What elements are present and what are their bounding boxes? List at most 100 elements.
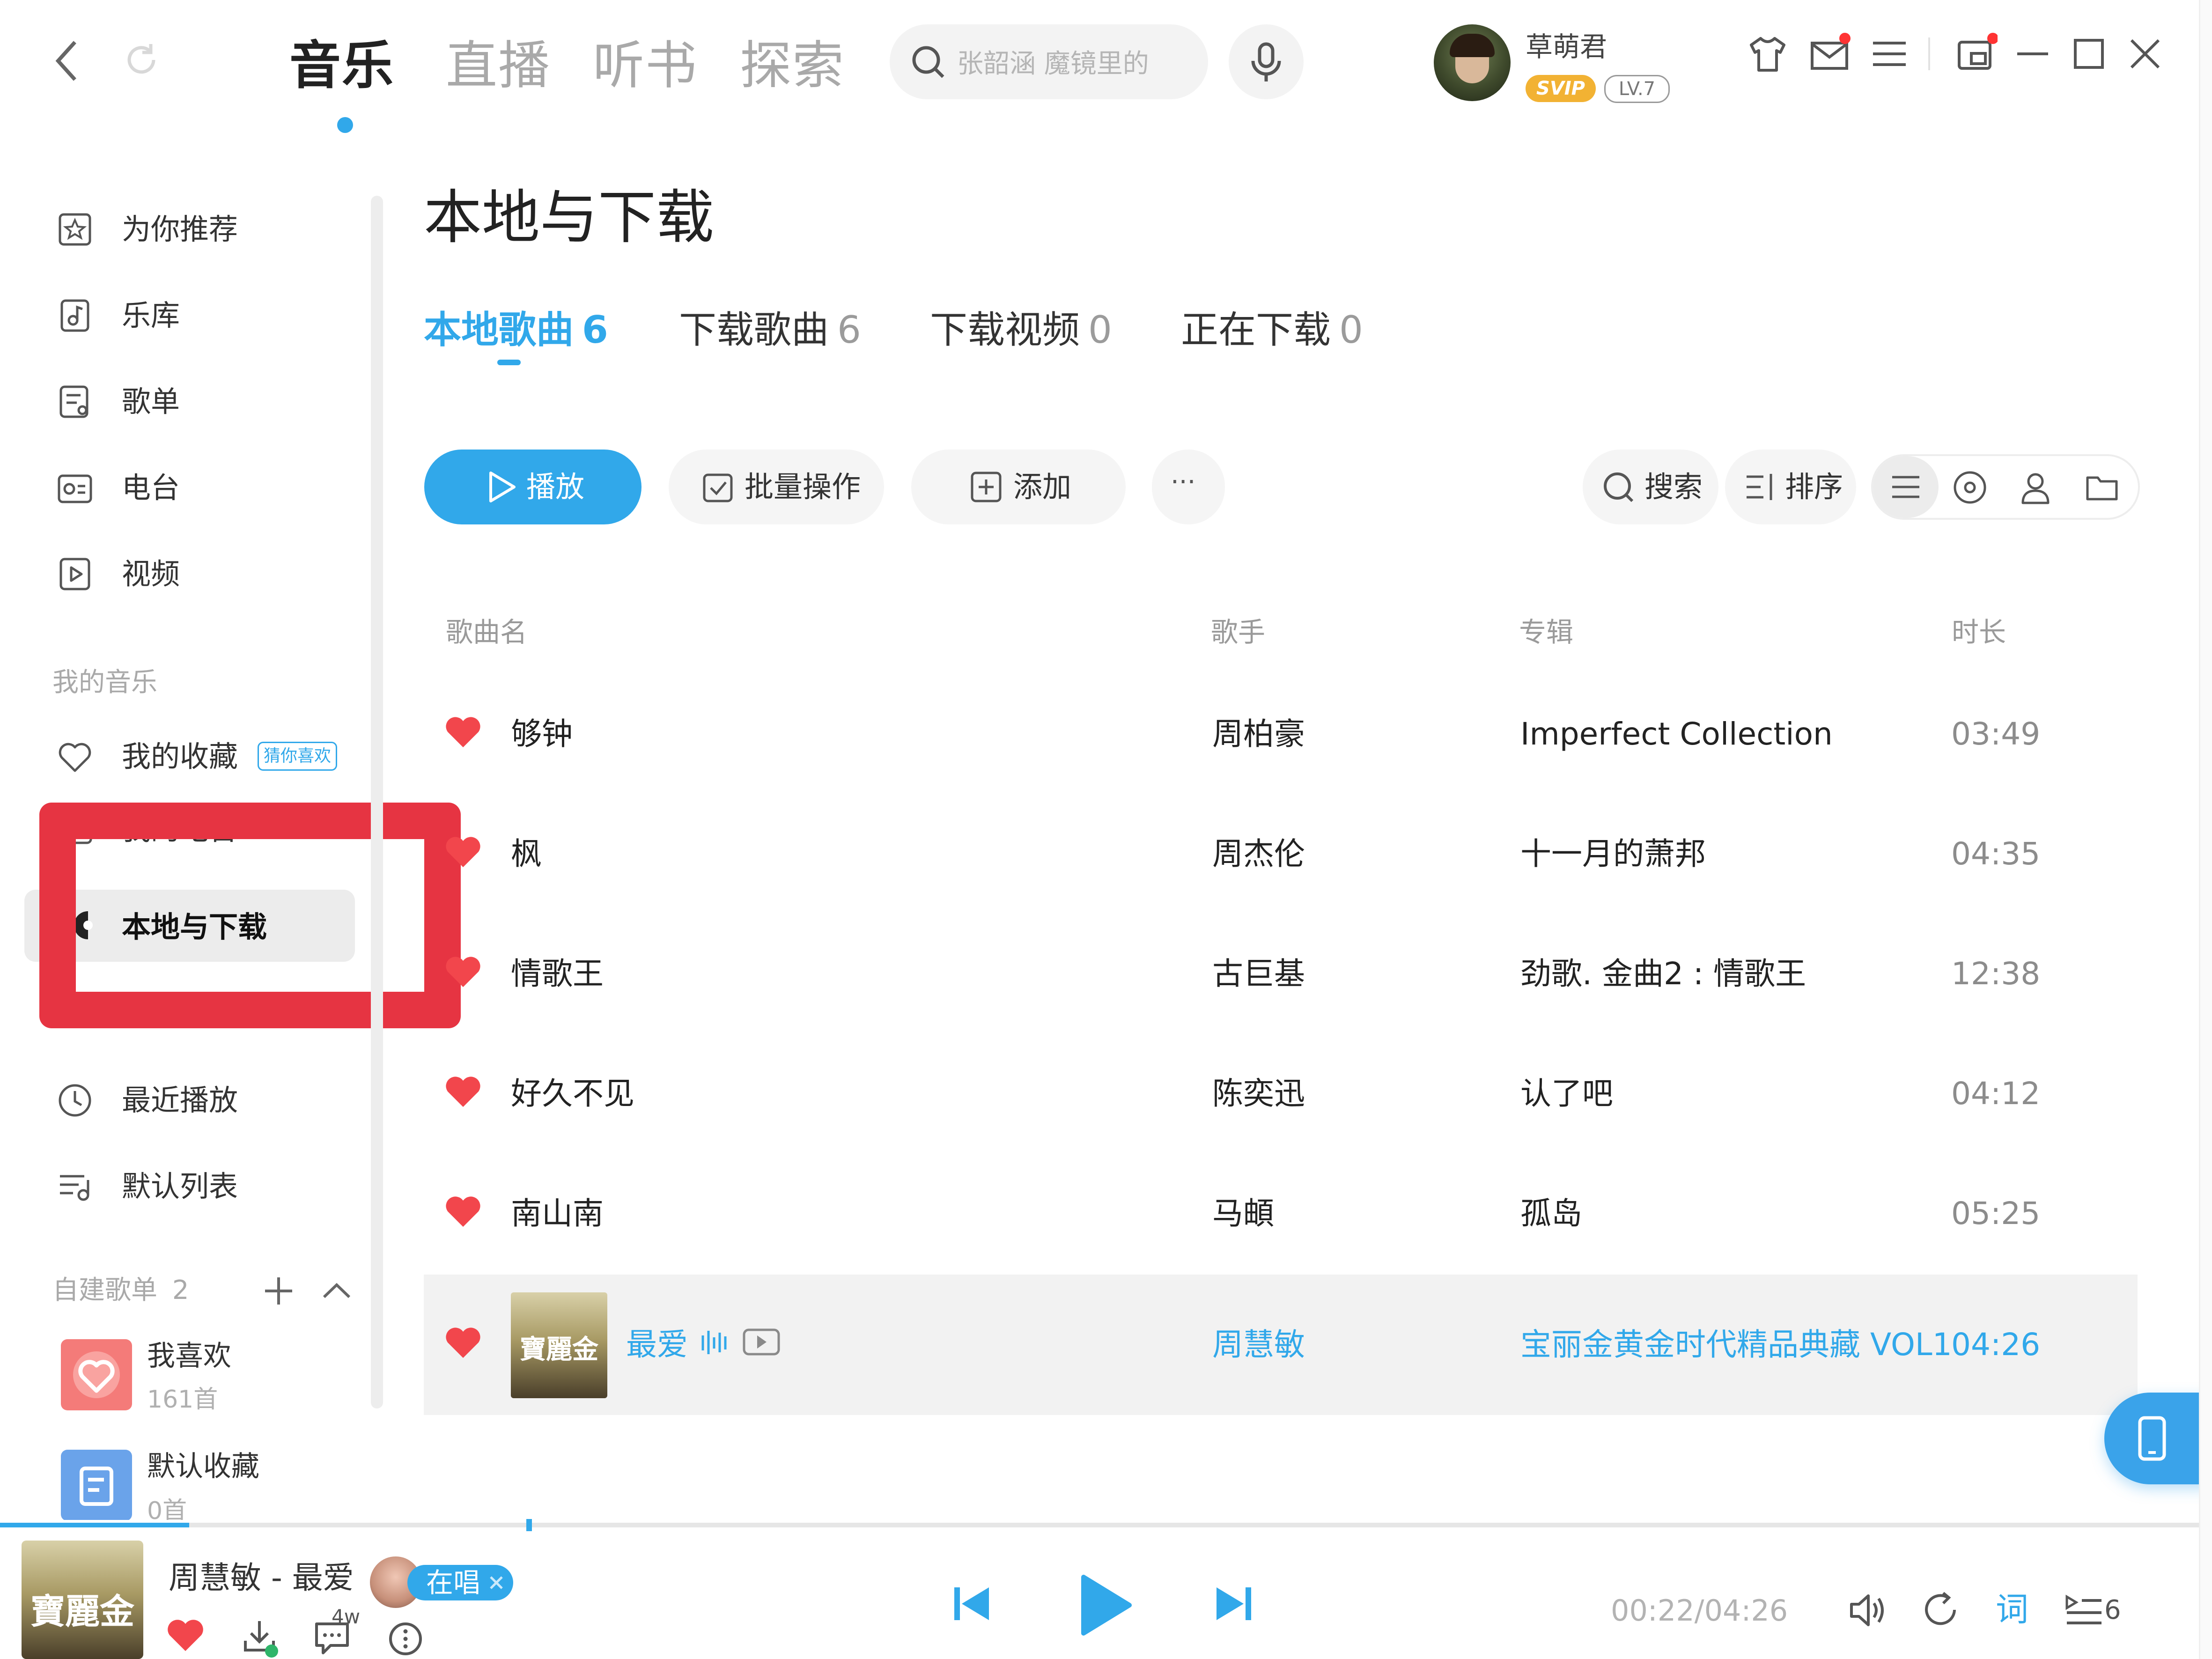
song-album[interactable]: 十一月的萧邦	[1520, 833, 1706, 875]
table-row[interactable]: 够钟 周柏豪 Imperfect Collection 03:49	[424, 674, 2138, 794]
singing-badge[interactable]: 在唱	[370, 1556, 518, 1608]
liked-heart-icon[interactable]	[445, 836, 481, 869]
list-view-button[interactable]	[1873, 456, 1939, 518]
close-icon[interactable]	[2124, 33, 2166, 75]
song-album[interactable]: 孤岛	[1520, 1193, 1582, 1234]
column-header-artist[interactable]: 歌手	[1211, 613, 1265, 651]
sidebar-scrollbar[interactable]	[371, 196, 383, 1408]
song-album[interactable]: Imperfect Collection	[1520, 714, 1833, 755]
back-icon[interactable]	[52, 37, 84, 84]
tab-local-songs[interactable]: 本地歌曲 6	[424, 304, 608, 356]
song-artist[interactable]: 马頔	[1212, 1193, 1274, 1234]
song-artist[interactable]: 周柏豪	[1212, 714, 1305, 755]
table-row-playing[interactable]: 寶麗金 最爱 周慧敏 宝丽金黄金时代精品典藏 VOL1 04:26	[424, 1275, 2138, 1415]
nav-tab-audiobook[interactable]: 听书	[593, 33, 698, 98]
song-album[interactable]: 劲歌. 金曲2 : 情歌王	[1520, 953, 1806, 995]
add-playlist-icon[interactable]	[262, 1275, 295, 1307]
next-track-icon[interactable]	[1213, 1583, 1255, 1625]
song-artist[interactable]: 陈奕迅	[1212, 1073, 1305, 1114]
progress-marker[interactable]	[526, 1519, 532, 1531]
song-artist[interactable]: 周杰伦	[1212, 833, 1305, 875]
repeat-icon[interactable]	[1920, 1589, 1962, 1631]
now-playing-title[interactable]: 周慧敏 - 最爱	[169, 1559, 354, 1597]
minimize-icon[interactable]	[2012, 33, 2054, 75]
sidebar-item-playlists[interactable]: 歌单	[56, 369, 375, 435]
play-pause-icon[interactable]	[1077, 1572, 1133, 1638]
song-name[interactable]: 枫	[511, 833, 542, 875]
sort-button[interactable]: 排序	[1725, 450, 1856, 524]
column-header-duration[interactable]: 时长	[1952, 613, 2006, 651]
column-header-album[interactable]: 专辑	[1519, 613, 1573, 651]
download-song-icon[interactable]	[241, 1617, 281, 1658]
previous-track-icon[interactable]	[951, 1583, 993, 1625]
batch-operation-button[interactable]: 批量操作	[669, 450, 884, 524]
song-name[interactable]: 够钟	[511, 714, 573, 755]
tab-downloaded-videos[interactable]: 下载视频 0	[930, 304, 1112, 356]
artist-view-icon[interactable]	[2018, 470, 2053, 505]
playlist-item-liked[interactable]: 我喜欢 161首	[61, 1335, 361, 1419]
sidebar-item-video[interactable]: 视频	[56, 541, 375, 607]
liked-heart-icon[interactable]	[445, 1076, 481, 1109]
song-name[interactable]: 好久不见	[511, 1073, 634, 1114]
search-button[interactable]: 搜索	[1583, 450, 1718, 524]
liked-heart-icon[interactable]	[445, 956, 481, 989]
queue-icon[interactable]	[2063, 1589, 2105, 1631]
song-name[interactable]: 情歌王	[511, 953, 604, 995]
song-artist[interactable]: 周慧敏	[1212, 1324, 1305, 1365]
sidebar-item-radio[interactable]: 电台	[56, 455, 375, 521]
search-box[interactable]: 张韶涵 魔镜里的	[890, 24, 1208, 99]
maximize-icon[interactable]	[2068, 33, 2110, 75]
album-view-icon[interactable]	[1953, 470, 1987, 505]
nav-tab-music[interactable]: 音乐	[289, 33, 394, 98]
tab-downloading[interactable]: 正在下载 0	[1181, 304, 1363, 356]
lyrics-button[interactable]: 词	[1996, 1588, 2028, 1630]
mini-mode-icon[interactable]	[1955, 33, 1998, 75]
created-playlists-title: 自建歌单	[52, 1275, 157, 1305]
table-row[interactable]: 枫 周杰伦 十一月的萧邦 04:35	[424, 794, 2138, 914]
nav-tab-explore[interactable]: 探索	[740, 33, 845, 98]
volume-icon[interactable]	[1847, 1589, 1889, 1631]
liked-heart-icon[interactable]	[445, 1196, 481, 1229]
voice-search-button[interactable]	[1229, 24, 1304, 99]
table-row[interactable]: 情歌王 古巨基 劲歌. 金曲2 : 情歌王 12:38	[424, 914, 2138, 1034]
song-artist[interactable]: 古巨基	[1212, 953, 1305, 995]
song-album[interactable]: 宝丽金黄金时代精品典藏 VOL1	[1520, 1324, 1952, 1365]
sidebar-item-default-list[interactable]: 默认列表	[56, 1154, 375, 1219]
song-name[interactable]: 南山南	[511, 1193, 604, 1234]
queue-count: 6	[2104, 1595, 2121, 1625]
play-all-button[interactable]: 播放	[424, 450, 641, 524]
column-header-name[interactable]: 歌曲名	[446, 613, 527, 651]
folder-view-icon[interactable]	[2085, 470, 2119, 505]
nav-tab-live[interactable]: 直播	[446, 33, 551, 98]
add-button[interactable]: 添加	[911, 450, 1126, 524]
liked-heart-icon[interactable]	[445, 716, 481, 749]
sidebar-item-recent[interactable]: 最近播放	[56, 1068, 375, 1133]
progress-track[interactable]	[0, 1519, 2199, 1531]
player-album-cover[interactable]: 寶麗金	[22, 1541, 143, 1659]
avatar[interactable]	[1434, 24, 1511, 101]
song-name[interactable]: 最爱	[626, 1324, 688, 1365]
liked-heart-icon[interactable]	[445, 1327, 481, 1360]
guess-like-tag[interactable]: 猜你喜欢	[258, 742, 338, 771]
sidebar-item-library[interactable]: 乐库	[56, 283, 375, 348]
collapse-icon[interactable]	[320, 1278, 353, 1302]
refresh-icon[interactable]	[123, 41, 160, 79]
album-cover[interactable]: 寶麗金	[511, 1292, 607, 1398]
table-row[interactable]: 南山南 马頔 孤岛 05:25	[424, 1154, 2138, 1274]
tab-downloaded-songs[interactable]: 下载歌曲 6	[679, 304, 861, 356]
more-info-icon[interactable]	[387, 1620, 424, 1658]
mail-icon[interactable]	[1808, 33, 1851, 75]
menu-icon[interactable]	[1868, 33, 1910, 75]
like-heart-icon[interactable]	[167, 1619, 204, 1653]
table-row[interactable]: 好久不见 陈奕迅 认了吧 04:12	[424, 1034, 2138, 1154]
playlist-item-default[interactable]: 默认收藏 0首	[61, 1445, 361, 1520]
mv-icon[interactable]	[742, 1327, 781, 1357]
username[interactable]: 草萌君	[1526, 30, 1607, 64]
skin-icon[interactable]	[1747, 33, 1789, 75]
song-album[interactable]: 认了吧	[1520, 1073, 1613, 1114]
more-button[interactable]: ···	[1152, 450, 1225, 524]
phone-transfer-button[interactable]	[2104, 1393, 2212, 1484]
sidebar-item-favorites[interactable]: 我的收藏 猜你喜欢	[56, 724, 375, 789]
sidebar-item-recommend[interactable]: 为你推荐	[56, 197, 375, 262]
close-badge-icon[interactable]	[488, 1574, 505, 1591]
